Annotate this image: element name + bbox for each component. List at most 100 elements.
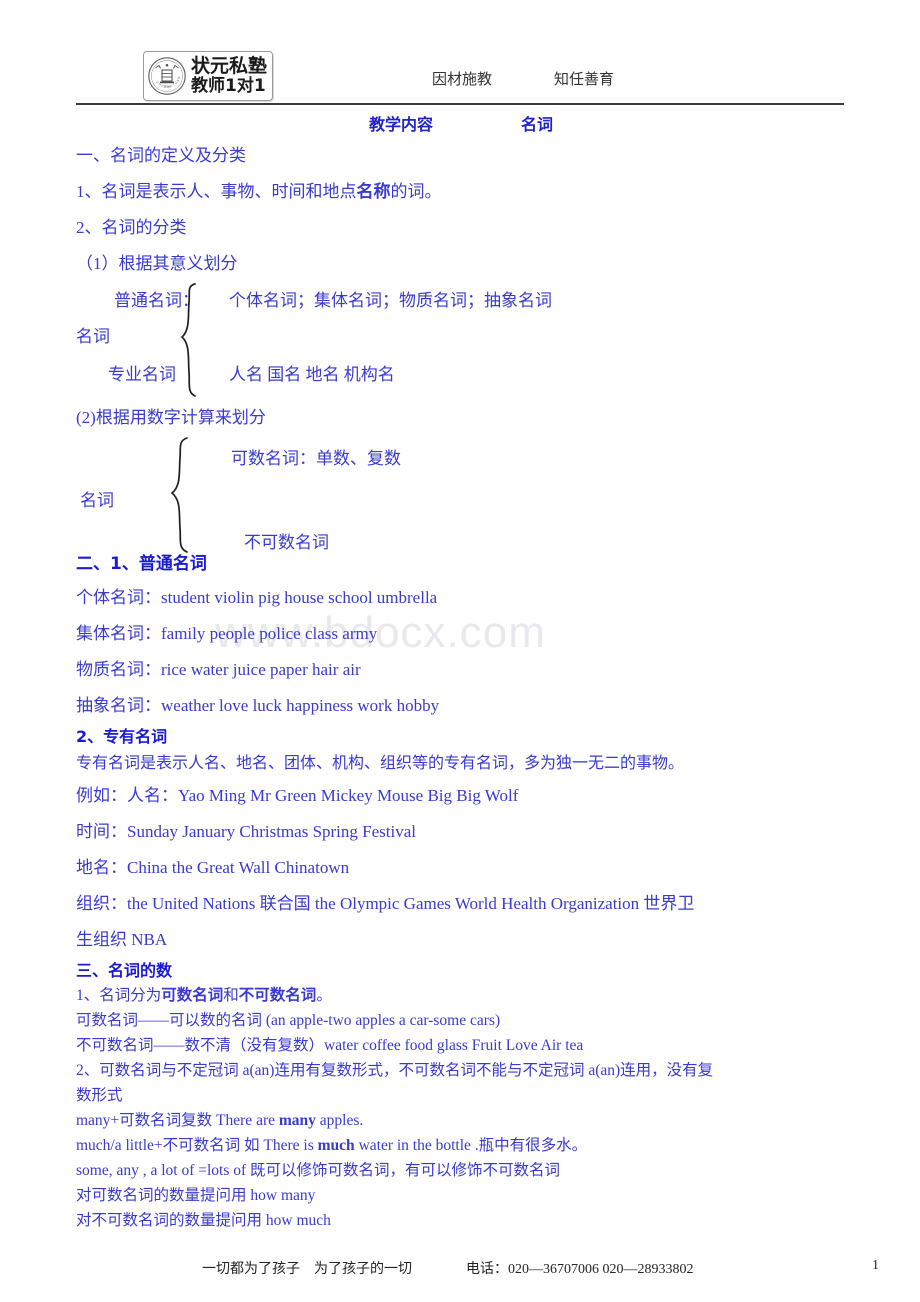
common-noun-row-1: 个体名词：student violin pig house school umb… xyxy=(0,580,920,616)
section-3-line-3: 不可数名词——数不清（没有复数）water coffee food glass … xyxy=(0,1033,920,1058)
diagram-1-branch-2-value: 人名 国名 地名 机构名 xyxy=(229,365,395,384)
section-1-item-2: 2、名词的分类 xyxy=(0,210,920,246)
common-noun-row-4-label: 抽象名词： xyxy=(76,696,161,715)
section-2-heading-text: 二、1、普通名词 xyxy=(76,554,207,574)
diagram-2-branch-1-value: 可数名词：单数、复数 xyxy=(231,449,401,468)
section-3-line-6-part-b: apples. xyxy=(315,1112,364,1129)
page-header: 2008 Z H U A N G Y U A N S I S H U 状元私塾 … xyxy=(0,0,920,108)
section-3-line-1-part-c: 和 xyxy=(223,987,239,1004)
page-footer: 一切都为了孩子 为了孩子的一切 电话：020—36707006 020—2893… xyxy=(0,1258,920,1288)
section-3-line-7: much/a little+不可数名词 如 There is much wate… xyxy=(0,1133,920,1158)
section-3-line-7-part-b: water in the bottle .瓶中有很多水。 xyxy=(354,1137,588,1154)
proper-noun-row-1-label: 例如：人名： xyxy=(76,786,178,805)
section-3-line-1-bold-2: 不可数名词 xyxy=(238,986,317,1004)
section-1-sub-2: (2)根据用数字计算来划分 xyxy=(0,400,920,436)
section-1-item-1: 1、名词是表示人、事物、时间和地点名称的词。 xyxy=(0,174,920,210)
section-3-line-6-part-a: many+可数名词复数 There are xyxy=(76,1112,279,1129)
section-3-line-6: many+可数名词复数 There are many apples. xyxy=(0,1108,920,1133)
noun-classification-diagram-2: 可数名词：单数、复数 名词 不可数名词 xyxy=(0,436,920,553)
footer-page-number: 1 xyxy=(872,1258,879,1273)
proper-noun-row-1-value: Yao Ming Mr Green Mickey Mouse Big Big W… xyxy=(178,786,519,805)
section-3-line-9: 对可数名词的数量提问用 how many xyxy=(0,1183,920,1208)
proper-noun-row-5: 生组织 NBA xyxy=(0,922,920,958)
section-3-line-5-text: 数形式 xyxy=(76,1087,123,1104)
proper-noun-description-text: 专有名词是表示人名、地名、团体、机构、组织等的专有名词，多为独一无二的事物。 xyxy=(76,755,685,772)
diagram-1-root: 名词 xyxy=(76,327,110,346)
common-noun-row-1-value: student violin pig house school umbrella xyxy=(161,588,438,607)
proper-noun-row-2-label: 时间： xyxy=(76,822,127,841)
section-3-line-4-text: 2、可数名词与不定冠词 a(an)连用有复数形式，不可数名词不能与不定冠词 a(… xyxy=(76,1062,714,1079)
section-2-heading: 二、1、普通名词 xyxy=(0,548,920,580)
section-3-line-5: 数形式 xyxy=(0,1083,920,1108)
proper-noun-row-1: 例如：人名：Yao Ming Mr Green Mickey Mouse Big… xyxy=(0,778,920,814)
header-divider xyxy=(76,103,844,105)
proper-noun-row-3: 地名：China the Great Wall Chinatown xyxy=(0,850,920,886)
title-label: 教学内容 xyxy=(369,115,434,134)
section-3-line-1: 1、名词分为可数名词和不可数名词。 xyxy=(0,983,920,1008)
diagram-2-root: 名词 xyxy=(80,491,114,510)
header-slogan-left: 因材施教 xyxy=(432,72,493,88)
section-3-line-7-bold: much xyxy=(317,1137,355,1154)
common-noun-row-3-value: rice water juice paper hair air xyxy=(161,660,361,679)
footer-phone: 电话：020—36707006 020—28933802 xyxy=(466,1262,694,1277)
diagram-1-brace xyxy=(178,282,204,400)
proper-noun-row-4-value: the United Nations 联合国 the Olympic Games… xyxy=(127,894,695,913)
section-3-line-4: 2、可数名词与不定冠词 a(an)连用有复数形式，不可数名词不能与不定冠词 a(… xyxy=(0,1058,920,1083)
section-1-heading-text: 一、名词的定义及分类 xyxy=(76,146,246,165)
common-noun-row-2: 集体名词：family people police class army xyxy=(0,616,920,652)
section-3-line-8: some, any , a lot of =lots of 既可以修饰可数名词，… xyxy=(0,1158,920,1183)
section-3-line-10-text: 对不可数名词的数量提问用 how much xyxy=(76,1212,331,1229)
document-title: 教学内容 名词 xyxy=(0,108,920,138)
section-3-line-10: 对不可数名词的数量提问用 how much xyxy=(0,1208,920,1233)
section-3-line-6-bold: many xyxy=(278,1112,316,1129)
section-1-sub-1-text: （1）根据其意义划分 xyxy=(76,254,238,273)
common-noun-row-2-value: family people police class army xyxy=(161,624,378,643)
common-noun-row-3: 物质名词：rice water juice paper hair air xyxy=(0,652,920,688)
section-1-sub-1: （1）根据其意义划分 xyxy=(0,246,920,282)
logo-line-1: 状元私塾 xyxy=(191,55,268,77)
diagram-2-brace xyxy=(168,436,196,554)
section-3-line-1-bold-1: 可数名词 xyxy=(161,986,224,1004)
common-noun-row-2-label: 集体名词： xyxy=(76,624,161,643)
common-noun-row-4: 抽象名词：weather love luck happiness work ho… xyxy=(0,688,920,724)
section-1-item-1-part-a: 1、名词是表示人、事物、时间和地点 xyxy=(76,182,357,201)
section-3-line-9-text: 对可数名词的数量提问用 how many xyxy=(76,1187,316,1204)
proper-noun-description: 专有名词是表示人名、地名、团体、机构、组织等的专有名词，多为独一无二的事物。 xyxy=(0,750,920,778)
section-3-heading-text: 三、名词的数 xyxy=(76,961,173,980)
logo-wordmark: 状元私塾 教师1对1 xyxy=(191,57,267,95)
section-3-line-3-text: 不可数名词——数不清（没有复数）water coffee food glass … xyxy=(76,1037,584,1054)
header-slogan-right: 知任善育 xyxy=(554,72,615,88)
title-subject: 名词 xyxy=(521,115,554,134)
section-3-line-1-part-a: 1、名词分为 xyxy=(76,987,162,1004)
proper-noun-row-3-label: 地名： xyxy=(76,858,127,877)
section-3-line-2: 可数名词——可以数的名词 (an apple-two apples a car-… xyxy=(0,1008,920,1033)
common-noun-row-3-label: 物质名词： xyxy=(76,660,161,679)
diagram-1-branch-2-label: 专业名词 xyxy=(108,365,176,384)
seal-emblem-icon: 2008 Z H U A N G Y U A N S I S H U xyxy=(147,56,187,96)
section-1-item-1-bold: 名称 xyxy=(356,182,391,202)
proper-noun-row-4: 组织：the United Nations 联合国 the Olympic Ga… xyxy=(0,886,920,922)
proper-noun-row-3-value: China the Great Wall Chinatown xyxy=(127,858,350,877)
section-3-line-1-part-d: 。 xyxy=(316,987,332,1004)
section-3-line-2-text: 可数名词——可以数的名词 (an apple-two apples a car-… xyxy=(76,1012,501,1029)
diagram-1-branch-1-value: 个体名词；集体名词；物质名词；抽象名词 xyxy=(229,291,552,310)
logo-line-2: 教师1对1 xyxy=(191,76,266,96)
proper-noun-row-5-value: 生组织 NBA xyxy=(76,930,168,949)
document-page: www.bdocx.com 2008 Z H U A N G Y U A N 状… xyxy=(0,0,920,1302)
common-noun-row-1-label: 个体名词： xyxy=(76,588,161,607)
section-3-line-8-text: some, any , a lot of =lots of 既可以修饰可数名词，… xyxy=(76,1162,561,1179)
section-2b-heading: 2、专有名词 xyxy=(0,724,920,750)
section-3-line-7-part-a: much/a little+不可数名词 如 There is xyxy=(76,1137,318,1154)
common-noun-row-4-value: weather love luck happiness work hobby xyxy=(161,696,440,715)
proper-noun-row-2-value: Sunday January Christmas Spring Festival xyxy=(127,822,416,841)
proper-noun-row-2: 时间：Sunday January Christmas Spring Festi… xyxy=(0,814,920,850)
noun-classification-diagram-1: 普通名词： 个体名词；集体名词；物质名词；抽象名词 名词 专业名词 人名 国名 … xyxy=(0,282,920,400)
school-logo: 2008 Z H U A N G Y U A N S I S H U 状元私塾 … xyxy=(143,51,273,101)
section-1-sub-2-text: (2)根据用数字计算来划分 xyxy=(76,408,266,427)
section-1-heading: 一、名词的定义及分类 xyxy=(0,138,920,174)
section-1-item-1-part-b: 的词。 xyxy=(390,182,442,201)
section-2b-heading-text: 2、专有名词 xyxy=(76,727,168,746)
proper-noun-row-4-label: 组织： xyxy=(76,894,127,913)
document-body: 教学内容 名词 一、名词的定义及分类 1、名词是表示人、事物、时间和地点名称的词… xyxy=(0,108,920,1233)
footer-slogan: 一切都为了孩子 为了孩子的一切 xyxy=(202,1262,412,1277)
